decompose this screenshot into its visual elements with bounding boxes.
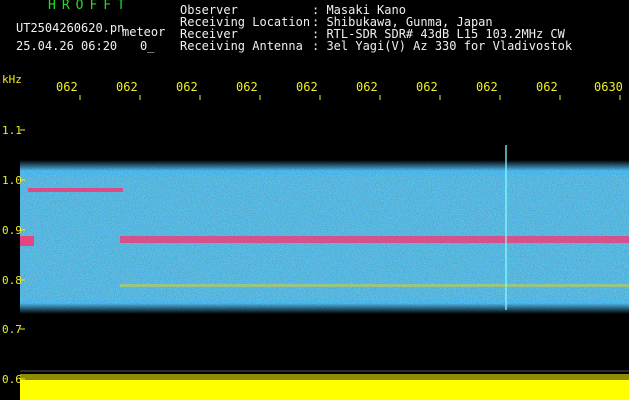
frequency-unit: kHz [2, 73, 22, 86]
x-tick-label: 062 [296, 80, 318, 94]
y-tick-label: 0.8 [2, 274, 22, 287]
x-tick-label: 062 [176, 80, 198, 94]
y-tick-label: 1.0 [2, 174, 22, 187]
x-tick-label: 062 [536, 80, 558, 94]
file-name: UT2504260620.pn [16, 21, 125, 35]
capture-datetime: 25.04.26 06:20 [16, 39, 118, 53]
y-tick-label: 0.7 [2, 323, 22, 336]
x-tick-label: 062 [416, 80, 438, 94]
hrofft-logo: HROFFT [48, 0, 131, 13]
y-tick-label: 0.9 [2, 224, 22, 237]
file-type: meteor [122, 25, 166, 39]
antenna-label: Receiving Antenna [180, 39, 303, 53]
power-bar [20, 374, 629, 400]
x-tick-label: 062 [236, 80, 258, 94]
y-tick-label: 1.1 [2, 124, 22, 137]
x-tick-label: 062 [116, 80, 138, 94]
x-axis-ticks [79, 95, 621, 100]
spectrogram-plot [20, 95, 629, 400]
x-tick-label: 0630 [594, 80, 623, 94]
x-tick-label: 062 [476, 80, 498, 94]
x-tick-label: 062 [56, 80, 78, 94]
antenna-value: : 3el Yagi(V) Az 330 for Vladivostok [312, 39, 573, 53]
x-tick-label: 062 [356, 80, 378, 94]
y-tick-label: 0.6 [2, 373, 22, 386]
capture-extra: 0_ [140, 39, 155, 53]
